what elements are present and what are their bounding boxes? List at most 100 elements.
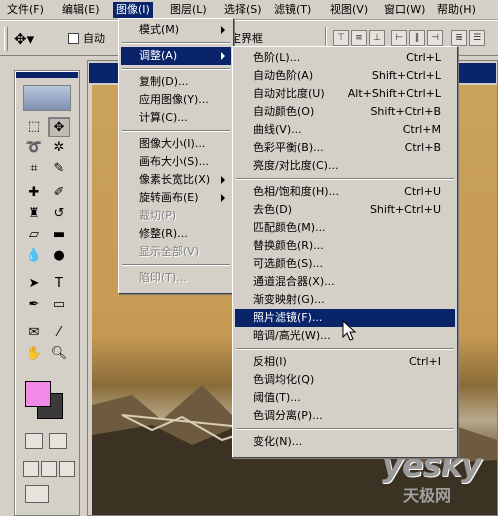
adjust_menu-item[interactable]: 可选颜色(S)...: [235, 255, 455, 273]
history-brush-icon[interactable]: ↺: [48, 204, 70, 224]
align-top-icon[interactable]: ⊤: [333, 30, 349, 46]
auto-select-checkbox[interactable]: [68, 33, 79, 44]
adjust_menu-item[interactable]: 色彩平衡(B)... Ctrl+B: [235, 139, 455, 157]
image_menu-item-label: 应用图像(Y)...: [139, 93, 209, 106]
distribute-vcenter-icon[interactable]: ☰: [469, 30, 485, 46]
image_menu-item[interactable]: 调整(A): [121, 47, 231, 65]
menubar-item-8[interactable]: 帮助(H): [434, 2, 479, 18]
image_menu-item[interactable]: 修整(R)...: [121, 225, 231, 243]
screen-mode-full-menu-icon[interactable]: [41, 461, 57, 477]
dodge-tool-icon[interactable]: ●: [48, 246, 70, 266]
adjust_menu-item[interactable]: 色阶(L)... Ctrl+L: [235, 49, 455, 67]
adjust_menu-item[interactable]: 曲线(V)... Ctrl+M: [235, 121, 455, 139]
adjust_menu-item-label: 色彩平衡(B)...: [253, 141, 324, 154]
adjust_menu-item[interactable]: 色调均化(Q): [235, 371, 455, 389]
submenu-arrow-icon: [221, 52, 225, 60]
image_menu-item[interactable]: 模式(M): [121, 21, 231, 39]
crop-tool-icon[interactable]: ⌗: [23, 159, 45, 179]
path-select-icon[interactable]: ➤: [23, 274, 45, 294]
menubar-item-0[interactable]: 文件(F): [4, 2, 47, 18]
adjust_menu-item[interactable]: 自动颜色(O) Shift+Ctrl+B: [235, 103, 455, 121]
menubar-item-4[interactable]: 选择(S): [221, 2, 265, 18]
image_menu-item-label: 修整(R)...: [139, 227, 188, 240]
screen-mode-standard-icon[interactable]: [23, 461, 39, 477]
image_menu-item[interactable]: 旋转画布(E): [121, 189, 231, 207]
adjust_menu-item[interactable]: 渐变映射(G)...: [235, 291, 455, 309]
align-bottom-icon[interactable]: ⊥: [369, 30, 385, 46]
adjust_menu-item[interactable]: 阈值(T)...: [235, 389, 455, 407]
image-menu: 模式(M) 调整(A) 复制(D)... 应用图像(Y)... 计算(C)... 图像大小…: [118, 18, 234, 294]
image_menu-item-label: 模式(M): [139, 23, 180, 36]
adjust_menu-item[interactable]: 匹配颜色(M)...: [235, 219, 455, 237]
submenu-arrow-icon: [221, 194, 225, 202]
toolbar-grip[interactable]: [4, 27, 8, 51]
image_menu-item-label: 裁切(P): [139, 209, 177, 222]
distribute-top-icon[interactable]: ≣: [451, 30, 467, 46]
clone-stamp-icon[interactable]: ♜: [23, 204, 45, 224]
move-tool-icon[interactable]: ✥: [48, 117, 70, 137]
menu-separator: [122, 42, 230, 44]
type-tool-icon[interactable]: T: [48, 274, 70, 294]
align-hcenter-icon[interactable]: ‖: [409, 30, 425, 46]
align-left-icon[interactable]: ⊢: [391, 30, 407, 46]
adjust_menu-item[interactable]: 色相/饱和度(H)... Ctrl+U: [235, 183, 455, 201]
adjust_menu-item[interactable]: 变化(N)...: [235, 433, 455, 451]
jump-to-imageready-icon[interactable]: [25, 485, 49, 503]
slice-tool-icon[interactable]: ✎: [48, 159, 70, 179]
submenu-arrow-icon: [221, 26, 225, 34]
marquee-tool-icon[interactable]: ⬚: [23, 117, 45, 137]
quickmask-mode-icon[interactable]: [49, 433, 67, 449]
foreground-color-swatch[interactable]: [25, 381, 51, 407]
align-vcenter-icon[interactable]: ≡: [351, 30, 367, 46]
healing-brush-icon[interactable]: ✚: [23, 183, 45, 203]
gradient-tool-icon[interactable]: ▬: [48, 225, 70, 245]
menu-separator: [122, 264, 230, 266]
menubar-item-3[interactable]: 图层(L): [167, 2, 210, 18]
adjust_menu-item[interactable]: 通道混合器(X)...: [235, 273, 455, 291]
image_menu-item[interactable]: 复制(D)...: [121, 73, 231, 91]
adjust_menu-item[interactable]: 色调分离(P)...: [235, 407, 455, 425]
image_menu-item[interactable]: 图像大小(I)...: [121, 135, 231, 153]
adjust_menu-item[interactable]: 反相(I) Ctrl+I: [235, 353, 455, 371]
lasso-tool-icon[interactable]: ➰: [23, 138, 45, 158]
blur-tool-icon[interactable]: 💧: [23, 246, 45, 266]
align-right-icon[interactable]: ⊣: [427, 30, 443, 46]
submenu-arrow-icon: [221, 176, 225, 184]
image_menu-item[interactable]: 画布大小(S)...: [121, 153, 231, 171]
adjust_menu-item[interactable]: 去色(D) Shift+Ctrl+U: [235, 201, 455, 219]
menubar-item-2[interactable]: 图像(I): [113, 2, 153, 18]
menubar-item-1[interactable]: 编辑(E): [59, 2, 103, 18]
adjust_menu-item-label: 自动颜色(O): [253, 105, 315, 118]
notes-tool-icon[interactable]: ✉: [23, 323, 45, 343]
magic-wand-icon[interactable]: ✲: [48, 138, 70, 158]
image_menu-item: 显示全部(V): [121, 243, 231, 261]
photoshop-logo[interactable]: [23, 85, 71, 111]
adjust_menu-item[interactable]: 亮度/对比度(C)...: [235, 157, 455, 175]
adjust_menu-item-label: 变化(N)...: [253, 435, 303, 448]
show-bounds-label: 定界框: [230, 32, 263, 45]
eyedropper-icon[interactable]: ⁄: [48, 323, 70, 343]
adjust_menu-item-shortcut: Shift+Ctrl+U: [369, 203, 441, 216]
image_menu-item-label: 像素长宽比(X): [139, 173, 211, 186]
brush-tool-icon[interactable]: ✐: [48, 183, 70, 203]
pen-tool-icon[interactable]: ✒: [23, 295, 45, 315]
adjust_menu-item[interactable]: 自动色阶(A) Shift+Ctrl+L: [235, 67, 455, 85]
zoom-tool-icon[interactable]: 🔍︎: [48, 344, 70, 364]
adjust_menu-item[interactable]: 替换颜色(R)...: [235, 237, 455, 255]
eraser-tool-icon[interactable]: ▱: [23, 225, 45, 245]
standard-mode-icon[interactable]: [25, 433, 43, 449]
screen-mode-full-icon[interactable]: [59, 461, 75, 477]
menubar-item-5[interactable]: 滤镜(T): [271, 2, 314, 18]
auto-select-label: 自动: [83, 32, 105, 45]
hand-tool-icon[interactable]: ✋: [23, 344, 45, 364]
image_menu-item[interactable]: 计算(C)...: [121, 109, 231, 127]
move-tool-preset-button[interactable]: ✥▾: [14, 27, 54, 51]
menubar-item-7[interactable]: 窗口(W): [381, 2, 428, 18]
tools-panel-titlebar[interactable]: [16, 72, 78, 78]
adjust_menu-item-label: 自动对比度(U): [253, 87, 325, 100]
menubar-item-6[interactable]: 视图(V): [327, 2, 371, 18]
adjust_menu-item[interactable]: 自动对比度(U) Alt+Shift+Ctrl+L: [235, 85, 455, 103]
image_menu-item[interactable]: 应用图像(Y)...: [121, 91, 231, 109]
image_menu-item[interactable]: 像素长宽比(X): [121, 171, 231, 189]
shape-tool-icon[interactable]: ▭: [48, 295, 70, 315]
